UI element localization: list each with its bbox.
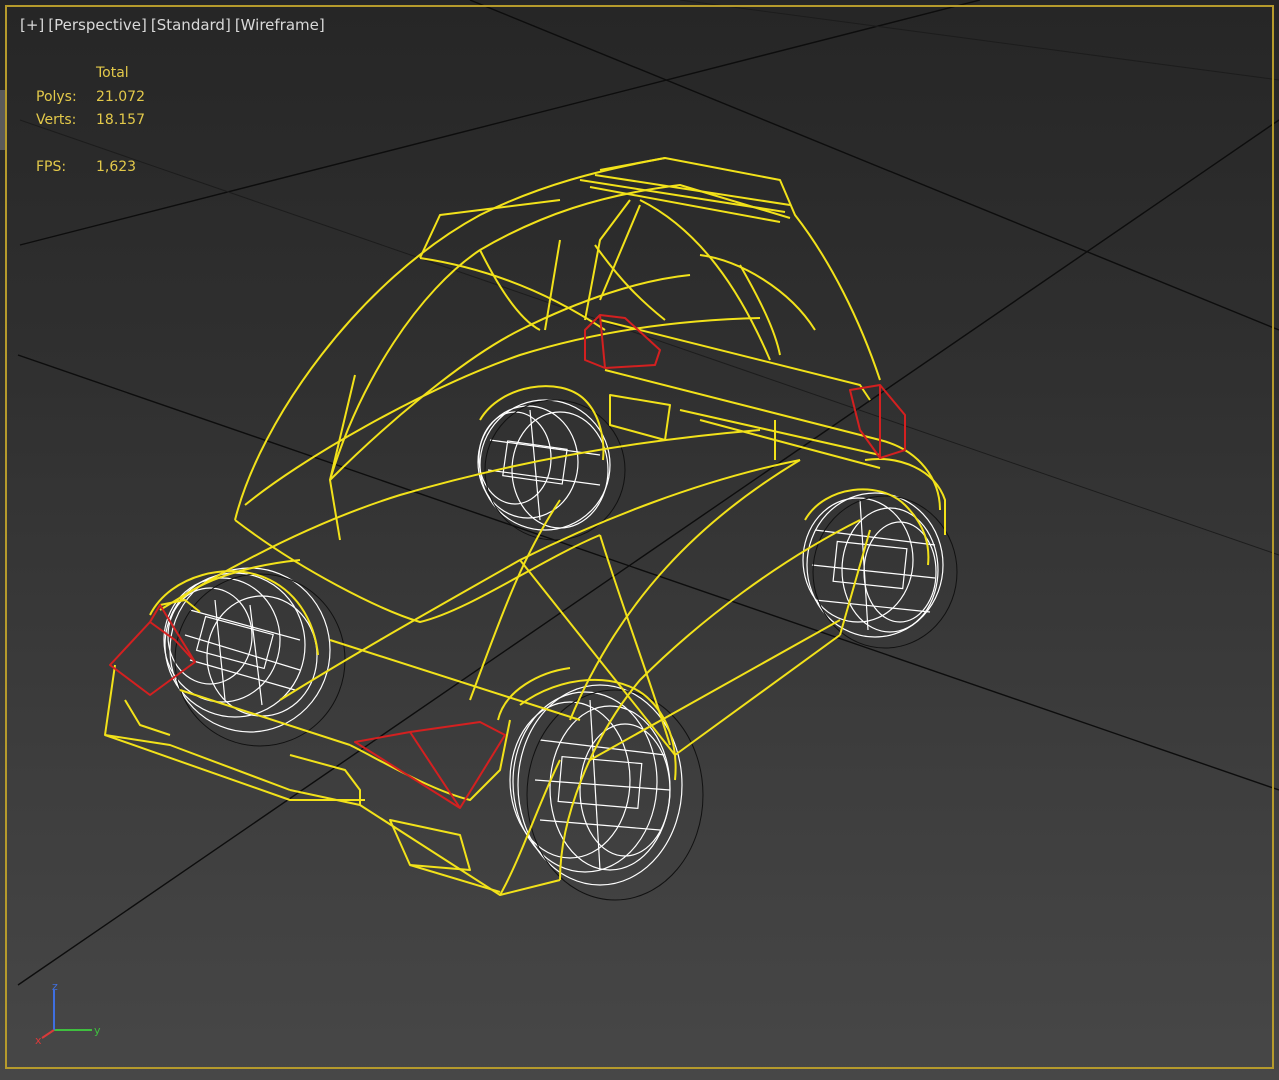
axis-y-label: y	[94, 1024, 101, 1037]
viewport-view-menu[interactable]: [Perspective]	[48, 16, 147, 34]
fps-value: 1,623	[96, 159, 137, 175]
axis-x-label: x	[35, 1034, 42, 1047]
viewport-general-menu[interactable]: [+]	[20, 16, 44, 34]
home-grid-minor	[19, 0, 1279, 556]
viewport-shading-menu[interactable]: [Standard]	[151, 16, 231, 34]
verts-value: 18.157	[96, 112, 145, 128]
verts-label: Verts:	[36, 112, 77, 128]
stats-header: Total	[96, 65, 129, 81]
polys-label: Polys:	[36, 88, 77, 105]
home-grid	[17, 0, 1279, 986]
perspective-viewport[interactable]: [+] [Perspective] [Standard] [Wireframe] To…	[0, 0, 1279, 1080]
fps-label: FPS:	[36, 159, 67, 175]
wheel-front-left	[509, 684, 683, 886]
axis-tripod-icon: y z x	[35, 980, 101, 1047]
axis-z-label: z	[52, 980, 58, 993]
wheel-front-right	[802, 492, 944, 638]
polys-value: 21.072	[96, 88, 145, 105]
viewport-label-menu: [+] [Perspective] [Standard] [Wireframe]	[20, 16, 329, 34]
viewport-scene[interactable]	[0, 0, 1279, 1080]
viewport-display-mode-menu[interactable]: [Wireframe]	[235, 16, 325, 34]
